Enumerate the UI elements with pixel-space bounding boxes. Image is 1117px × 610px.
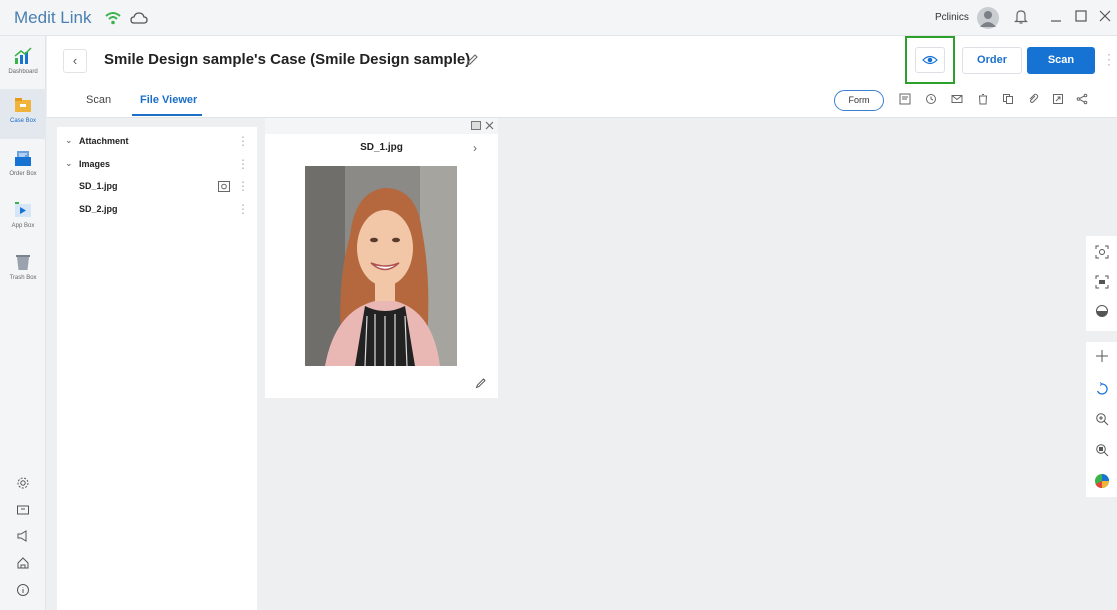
- sidebar: Dashboard Case Box Order Box App Box Tra…: [0, 36, 46, 610]
- delete-icon[interactable]: [975, 93, 991, 109]
- folder-icon[interactable]: [13, 502, 33, 522]
- right-toolbar-bottom: [1086, 342, 1117, 497]
- order-button[interactable]: Order: [962, 47, 1022, 74]
- zoom-fit-icon[interactable]: [1093, 443, 1111, 461]
- sidebar-item-label: Dashboard: [8, 69, 38, 75]
- tree-file[interactable]: SD_2.jpg ⋮: [57, 199, 257, 221]
- maximize-icon[interactable]: [1072, 9, 1090, 27]
- title-bar: Medit Link Pclinics: [0, 0, 1117, 36]
- view-3d-button[interactable]: [915, 47, 945, 73]
- more-options-icon[interactable]: ⋮: [237, 134, 249, 148]
- app-box-icon: [15, 202, 31, 217]
- more-options-icon[interactable]: ⋮: [237, 179, 249, 193]
- tree-label: SD_1.jpg: [79, 181, 118, 191]
- more-options-icon[interactable]: ⋮: [237, 157, 249, 171]
- image-viewer-panel: SD_1.jpg ›: [265, 118, 498, 398]
- tab-bar: Scan File Viewer Form: [47, 86, 1117, 118]
- right-toolbar-top: [1086, 236, 1117, 331]
- case-box-icon: [15, 98, 31, 112]
- tab-scan[interactable]: Scan: [86, 94, 111, 106]
- face-scan-icon[interactable]: [1093, 275, 1111, 293]
- chevron-down-icon: ⌄: [65, 158, 73, 168]
- export-icon[interactable]: [1050, 93, 1066, 109]
- tree-file[interactable]: SD_1.jpg ⋮: [57, 176, 257, 198]
- page-title: Smile Design sample's Case (Smile Design…: [104, 51, 471, 68]
- color-icon[interactable]: [1093, 473, 1111, 491]
- sidebar-item-label: Order Box: [9, 171, 37, 177]
- form-button[interactable]: Form: [834, 90, 884, 111]
- mail-icon[interactable]: [949, 93, 965, 109]
- half-circle-icon[interactable]: [1093, 304, 1111, 322]
- wifi-icon: [105, 12, 121, 25]
- more-options-icon[interactable]: ⋮: [237, 202, 249, 216]
- sidebar-item-dashboard[interactable]: Dashboard: [0, 40, 46, 90]
- sidebar-item-label: Case Box: [9, 118, 36, 124]
- file-tree: ⌄ Attachment ⋮ ⌄ Images ⋮ SD_1.jpg ⋮ SD_…: [57, 127, 257, 610]
- tree-label: Images: [79, 159, 111, 169]
- focus-icon[interactable]: [1093, 245, 1111, 263]
- home-icon[interactable]: [13, 555, 33, 575]
- order-box-icon: [15, 151, 31, 166]
- info-icon[interactable]: [13, 582, 33, 602]
- note-icon[interactable]: [897, 93, 913, 109]
- edit-icon[interactable]: [475, 377, 487, 389]
- back-button[interactable]: ‹: [63, 49, 87, 73]
- trash-box-icon: [16, 255, 30, 270]
- tree-label: Attachment: [79, 136, 129, 146]
- sidebar-item-label: Trash Box: [9, 275, 37, 281]
- viewer-filename: SD_1.jpg: [360, 142, 403, 153]
- rotate-icon[interactable]: [1093, 382, 1111, 400]
- scan-button[interactable]: Scan: [1027, 47, 1095, 74]
- bell-icon[interactable]: [1012, 9, 1030, 27]
- preview-icon[interactable]: [218, 181, 230, 192]
- edit-icon[interactable]: [465, 53, 479, 67]
- tree-label: SD_2.jpg: [79, 204, 118, 214]
- user-name: Pclinics: [935, 12, 969, 23]
- patient-photo: [305, 166, 457, 366]
- case-header: ‹ Smile Design sample's Case (Smile Desi…: [47, 36, 1117, 86]
- copy-icon[interactable]: [1000, 93, 1016, 109]
- tree-folder-images[interactable]: ⌄ Images ⋮: [57, 154, 257, 176]
- close-icon[interactable]: [485, 121, 494, 130]
- history-icon[interactable]: [923, 93, 939, 109]
- sidebar-item-app-box[interactable]: App Box: [0, 194, 46, 244]
- sidebar-item-case-box[interactable]: Case Box: [0, 89, 46, 139]
- sidebar-item-trash-box[interactable]: Trash Box: [0, 246, 46, 296]
- move-icon[interactable]: [1093, 349, 1111, 367]
- tab-file-viewer[interactable]: File Viewer: [140, 94, 197, 106]
- chevron-down-icon: ⌄: [65, 135, 73, 145]
- eye-icon: [922, 55, 938, 65]
- share-icon[interactable]: [1074, 93, 1090, 109]
- app-logo: Medit Link: [14, 8, 92, 27]
- layout-icon[interactable]: [471, 121, 481, 130]
- cloud-icon[interactable]: [130, 11, 148, 25]
- settings-icon[interactable]: [13, 475, 33, 495]
- dashboard-icon: [14, 47, 32, 64]
- avatar[interactable]: [977, 7, 999, 29]
- tree-folder-attachment[interactable]: ⌄ Attachment ⋮: [57, 131, 257, 153]
- announcement-icon[interactable]: [13, 528, 33, 548]
- zoom-in-icon[interactable]: [1093, 412, 1111, 430]
- close-icon[interactable]: [1096, 9, 1114, 27]
- sidebar-item-order-box[interactable]: Order Box: [0, 142, 46, 192]
- viewer-topbar: [265, 118, 498, 134]
- minimize-icon[interactable]: [1047, 9, 1065, 27]
- more-options-icon[interactable]: ⋮: [1102, 51, 1116, 68]
- attachment-icon[interactable]: [1025, 93, 1041, 109]
- sidebar-item-label: App Box: [11, 223, 35, 229]
- next-icon[interactable]: ›: [473, 141, 477, 155]
- active-tab-indicator: [132, 114, 202, 116]
